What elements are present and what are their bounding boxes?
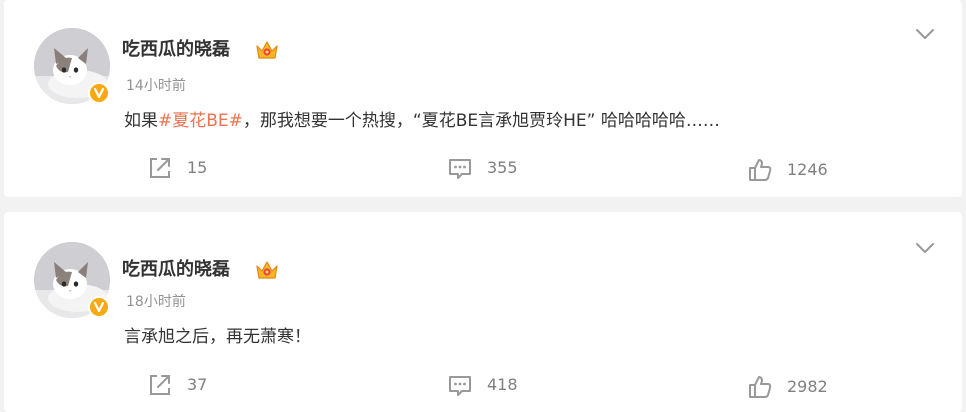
crown-icon[interactable] (255, 259, 279, 281)
comment-count: 355 (487, 158, 518, 177)
username[interactable]: 吃西瓜的晓磊 (122, 38, 230, 62)
comment-button[interactable]: 355 (447, 155, 518, 181)
share-button[interactable]: 15 (147, 155, 207, 181)
comment-icon (449, 376, 471, 396)
like-button[interactable]: 1246 (747, 157, 828, 183)
username[interactable]: 吃西瓜的晓磊 (122, 258, 230, 282)
verified-badge-icon (88, 296, 110, 318)
share-count: 37 (187, 375, 208, 394)
share-icon (150, 158, 170, 178)
weibo-feed: 吃西瓜的晓磊 14小时前 如果#夏花BE#，那我想要一个热搜，“夏花BE言承旭贾… (0, 0, 966, 412)
comment-icon (449, 159, 471, 179)
post-card: 吃西瓜的晓磊 18小时前 言承旭之后，再无萧寒！ 37 418 2982 (4, 212, 962, 412)
thumbs-up-icon (749, 159, 772, 181)
post-text-before: 言承旭之后，再无萧寒！ (124, 327, 311, 347)
post-timestamp[interactable]: 18小时前 (126, 292, 186, 312)
like-count: 1246 (787, 160, 828, 179)
post-timestamp[interactable]: 14小时前 (126, 76, 186, 96)
chevron-down-icon[interactable] (914, 240, 936, 254)
share-count: 15 (187, 158, 208, 177)
crown-icon[interactable] (255, 39, 279, 61)
post-text-before: 如果 (124, 111, 158, 131)
like-button[interactable]: 2982 (747, 374, 828, 400)
chevron-down-icon[interactable] (914, 26, 936, 40)
like-count: 2982 (787, 377, 828, 396)
thumbs-up-icon (749, 376, 772, 398)
comment-button[interactable]: 418 (447, 372, 518, 398)
verified-badge-icon (88, 82, 110, 104)
comment-count: 418 (487, 375, 518, 394)
post-text: 如果#夏花BE#，那我想要一个热搜，“夏花BE言承旭贾玲HE” 哈哈哈哈哈…… (124, 108, 720, 134)
hashtag-link[interactable]: #夏花BE# (158, 111, 243, 131)
post-text-after: ，那我想要一个热搜，“夏花BE言承旭贾玲HE” 哈哈哈哈哈…… (242, 111, 720, 131)
share-icon (150, 375, 170, 395)
share-button[interactable]: 37 (147, 372, 207, 398)
post-card: 吃西瓜的晓磊 14小时前 如果#夏花BE#，那我想要一个热搜，“夏花BE言承旭贾… (4, 0, 962, 197)
post-text: 言承旭之后，再无萧寒！ (124, 324, 311, 350)
